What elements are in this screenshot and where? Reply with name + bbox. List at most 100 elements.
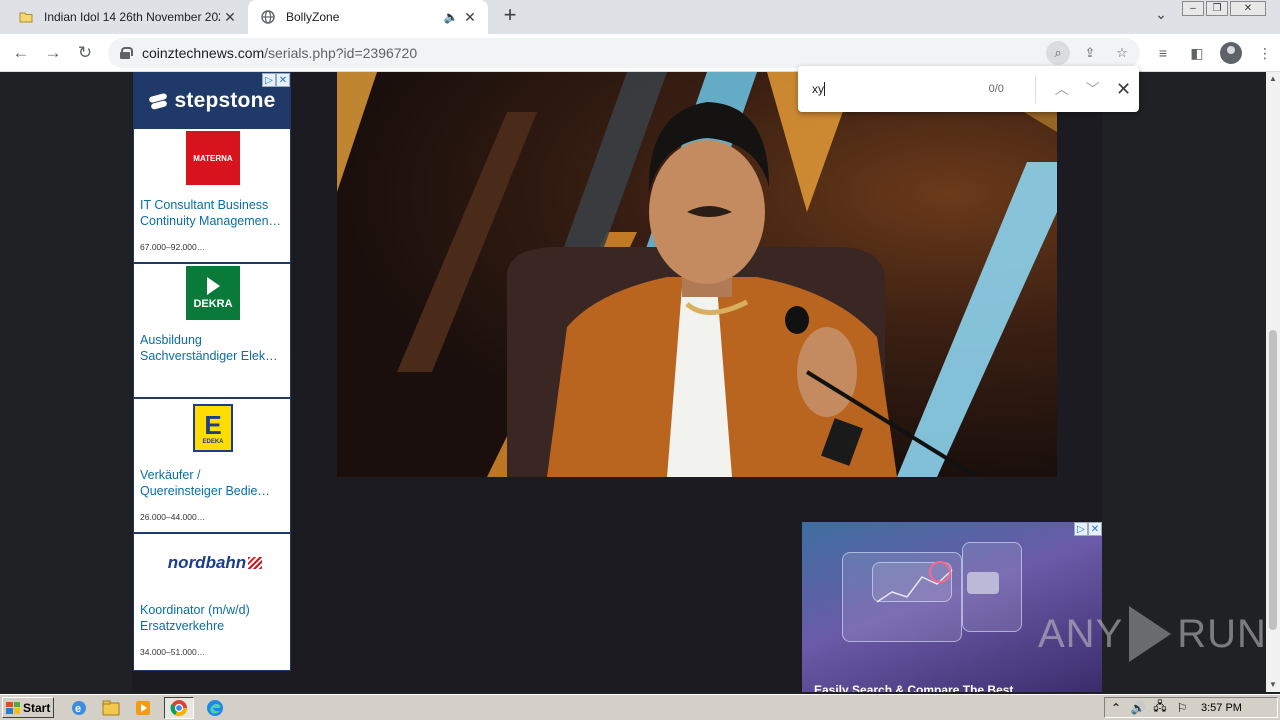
restore-button[interactable]: ❐: [1206, 1, 1228, 16]
web-page: ▷ ✕ stepstone MATERNA IT Consultant Busi…: [0, 72, 1266, 692]
window-close-button[interactable]: ✕: [1230, 1, 1266, 16]
stepstone-mark-icon: [149, 91, 169, 111]
scroll-up-icon[interactable]: ▲: [1266, 72, 1280, 86]
scroll-thumb[interactable]: [1269, 330, 1277, 630]
address-bar[interactable]: coinztechnews.com/serials.php?id=2396720…: [108, 38, 1140, 68]
logo-text: MATERNA: [193, 153, 233, 163]
find-close-icon[interactable]: ✕: [1108, 75, 1139, 103]
find-bar: xy 0/0 ︿ ﹀ ✕: [798, 66, 1139, 112]
tray-expand-icon[interactable]: ⌃: [1105, 701, 1127, 715]
edge-icon[interactable]: [204, 697, 226, 719]
menu-kebab-icon[interactable]: ⋮: [1252, 40, 1278, 66]
stepstone-brand: stepstone: [174, 89, 276, 112]
job-title-line: Ersatzverkehre: [140, 619, 225, 633]
volume-icon[interactable]: 🔊: [1127, 701, 1149, 715]
reload-icon[interactable]: ↻: [72, 40, 98, 66]
job-listing[interactable]: DEKRA Ausbildung Sachverständiger Elek…: [134, 264, 290, 399]
job-title-line: IT Consultant Business: [140, 198, 269, 212]
tab-close-icon[interactable]: ✕: [460, 9, 480, 26]
dekra-logo: DEKRA: [186, 266, 240, 320]
tab-bollyzone[interactable]: BollyZone 🔈 ✕: [248, 0, 488, 34]
share-icon[interactable]: ⇪: [1078, 41, 1102, 65]
tab-close-icon[interactable]: ✕: [220, 9, 240, 26]
ad-choices[interactable]: ▷ ✕: [262, 73, 290, 87]
left-ad-banner[interactable]: ▷ ✕ stepstone MATERNA IT Consultant Busi…: [133, 72, 291, 671]
lock-icon[interactable]: [120, 47, 133, 59]
url-path: /serials.php?id=2396720: [264, 45, 418, 61]
file-explorer-icon[interactable]: [100, 697, 122, 719]
back-arrow-icon[interactable]: ←: [8, 40, 34, 66]
job-title-line: Continuity Managemen…: [140, 214, 282, 228]
start-button[interactable]: Start: [2, 697, 54, 718]
ad-close-icon[interactable]: ✕: [276, 73, 290, 87]
find-input[interactable]: xy: [812, 82, 967, 97]
find-query: xy: [812, 81, 824, 96]
quick-launch: e: [68, 697, 226, 719]
job-listing[interactable]: MATERNA IT Consultant Business Continuit…: [134, 129, 290, 264]
job-title[interactable]: Koordinator (m/w/d) Ersatzverkehre: [140, 602, 286, 634]
chrome-icon[interactable]: [164, 697, 194, 719]
tab-strip: Indian Idol 14 26th November 2023 ✕ Boll…: [0, 0, 1280, 34]
speaker-icon[interactable]: 🔈: [442, 10, 460, 24]
clock[interactable]: 3:57 PM: [1201, 702, 1242, 714]
page-scrollbar[interactable]: ▲ ▼: [1266, 72, 1280, 692]
scroll-down-icon[interactable]: ▼: [1266, 678, 1280, 692]
stage-scene: [337, 72, 1057, 477]
job-title[interactable]: Ausbildung Sachverständiger Elek…: [140, 332, 286, 364]
edeka-logo: E EDEKA: [186, 401, 240, 455]
divider: [1035, 75, 1037, 103]
find-previous-chevron-up-icon[interactable]: ︿: [1046, 75, 1077, 103]
globe-icon: [260, 9, 276, 25]
minimize-button[interactable]: –: [1182, 1, 1204, 16]
find-match-count: 0/0: [988, 83, 1004, 95]
ad-headline[interactable]: Easily Search & Compare The Best: [814, 683, 1013, 692]
play-icon: [1129, 606, 1172, 662]
ad-info-icon[interactable]: ▷: [1074, 522, 1088, 536]
ad-info-icon[interactable]: ▷: [262, 73, 276, 87]
media-queue-icon[interactable]: ≡: [1150, 40, 1176, 66]
logo-text: DEKRA: [193, 297, 233, 310]
page-favicon-icon: [18, 9, 34, 25]
new-tab-button[interactable]: +: [498, 4, 522, 28]
job-title[interactable]: Verkäufer / Quereinsteiger Bedie…: [140, 467, 286, 499]
find-next-chevron-down-icon[interactable]: ﹀: [1077, 75, 1108, 103]
bookmark-star-icon[interactable]: ☆: [1110, 41, 1134, 65]
job-listing[interactable]: nordbahn Koordinator (m/w/d) Ersatzverke…: [134, 534, 290, 669]
svg-text:e: e: [75, 703, 81, 715]
tab-indian-idol[interactable]: Indian Idol 14 26th November 2023 ✕: [0, 0, 248, 34]
ad-choices[interactable]: ▷ ✕: [1074, 522, 1102, 536]
forward-arrow-icon[interactable]: →: [40, 40, 66, 66]
job-salary: 67.000–92.000…: [140, 242, 206, 252]
media-player-icon[interactable]: [132, 697, 154, 719]
logo-text: nordbahn: [167, 553, 247, 572]
watermark-text: ANY: [1038, 611, 1124, 656]
job-title-line: Quereinsteiger Bedie…: [140, 484, 270, 498]
job-title-line: Ausbildung: [140, 333, 202, 347]
window-controls: – ❐ ✕: [1182, 1, 1266, 16]
find-in-page-icon[interactable]: ⌕: [1046, 41, 1070, 65]
action-center-flag-icon[interactable]: ⚐: [1171, 701, 1193, 715]
internet-explorer-icon[interactable]: e: [68, 697, 90, 719]
side-panel-icon[interactable]: ◧: [1184, 40, 1210, 66]
windows-flag-icon: [6, 701, 20, 714]
job-title-line: Verkäufer /: [140, 468, 201, 482]
windows-taskbar: Start e ⌃ 🔊 🖧 ⚐ 3:57 PM: [0, 694, 1280, 720]
url-host: coinztechnews.com: [142, 45, 265, 61]
job-title[interactable]: IT Consultant Business Continuity Manage…: [140, 197, 286, 229]
materna-logo: MATERNA: [186, 131, 240, 185]
anyrun-watermark: ANY RUN: [1038, 606, 1266, 662]
job-title-line: Koordinator (m/w/d): [140, 603, 250, 617]
nordbahn-logo: nordbahn: [160, 548, 270, 578]
job-salary: 26.000–44.000…: [140, 512, 206, 522]
job-salary: 34.000–51.000…: [140, 647, 206, 657]
job-listing[interactable]: E EDEKA Verkäufer / Quereinsteiger Bedie……: [134, 399, 290, 534]
network-icon[interactable]: 🖧: [1149, 697, 1171, 718]
video-thumbnail[interactable]: [337, 72, 1057, 477]
job-title-line: Sachverständiger Elek…: [140, 349, 278, 363]
tab-search-chevron-icon[interactable]: ⌄: [1150, 6, 1172, 28]
ad-close-icon[interactable]: ✕: [1088, 522, 1102, 536]
tab-title: BollyZone: [286, 10, 340, 24]
profile-avatar-icon[interactable]: [1220, 42, 1242, 64]
watermark-text: RUN: [1177, 611, 1266, 656]
tab-title: Indian Idol 14 26th November 2023: [44, 10, 220, 24]
